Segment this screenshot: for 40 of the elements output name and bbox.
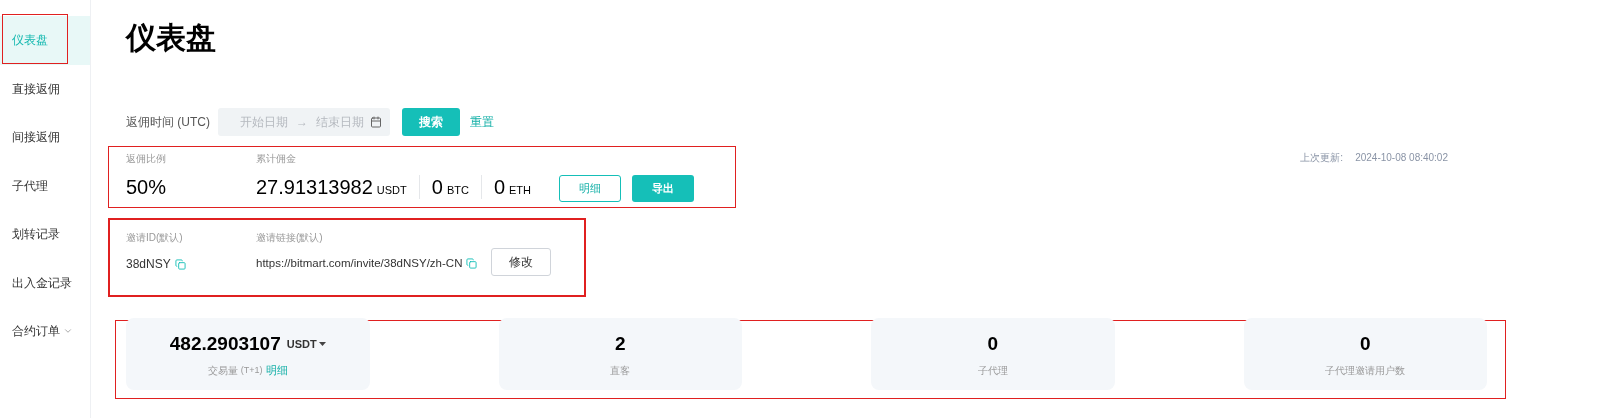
range-arrow: → — [296, 114, 308, 131]
sidebar-item[interactable]: 直接返佣 — [0, 64, 90, 113]
stat-unit[interactable]: USDT — [286, 335, 317, 352]
amount-value: 0 — [493, 175, 505, 199]
stat-value: 0 — [987, 332, 999, 357]
sidebar-item[interactable]: 合约订单 — [0, 307, 90, 356]
rate-value: 50% — [126, 175, 168, 199]
invite-link-label: 邀请链接(默认) — [256, 231, 324, 245]
sidebar-item[interactable]: 划转记录 — [0, 210, 90, 259]
sidebar-item[interactable]: 子代理 — [0, 161, 90, 210]
edit-button[interactable]: 修改 — [491, 248, 552, 276]
amount-unit: BTC — [446, 183, 469, 198]
stat-label: 子代理邀请用户数 — [1325, 363, 1406, 378]
calendar-icon — [370, 116, 382, 128]
copy-icon[interactable] — [174, 258, 186, 270]
stat-value: 482.2903107 — [169, 331, 281, 356]
invite-id-label: 邀请ID(默认) — [126, 231, 184, 245]
page-title: 仪表盘 — [126, 20, 217, 56]
sidebar-item[interactable]: 出入金记录 — [0, 258, 90, 307]
amount-unit: ETH — [509, 183, 531, 198]
start-date-placeholder: 开始日期 — [240, 114, 288, 131]
amount-unit: USDT — [376, 183, 407, 198]
sidebar-item[interactable]: 间接返佣 — [0, 113, 90, 162]
stat-value: 2 — [614, 332, 626, 357]
highlight-frame — [2, 14, 68, 64]
total-commission-label: 累计佣金 — [256, 152, 297, 166]
last-update-label: 上次更新: — [1300, 151, 1344, 165]
stat-note: (T+1) — [240, 363, 263, 377]
stat-label: 交易量 — [207, 363, 238, 378]
stat-label: 子代理 — [977, 363, 1008, 378]
caret-icon[interactable] — [318, 341, 326, 346]
filter-label: 返佣时间 (UTC) — [126, 114, 211, 131]
invite-id: 38dNSY — [126, 256, 171, 273]
stat-label: 直客 — [610, 363, 631, 378]
copy-icon[interactable] — [466, 258, 478, 270]
amount-value: 27.91313982 — [256, 175, 373, 199]
rate-label: 返佣比例 — [126, 152, 167, 166]
last-update-time: 2024-10-08 08:40:02 — [1355, 151, 1448, 165]
amount-value: 0 — [431, 175, 443, 199]
stat-value: 0 — [1359, 332, 1371, 357]
